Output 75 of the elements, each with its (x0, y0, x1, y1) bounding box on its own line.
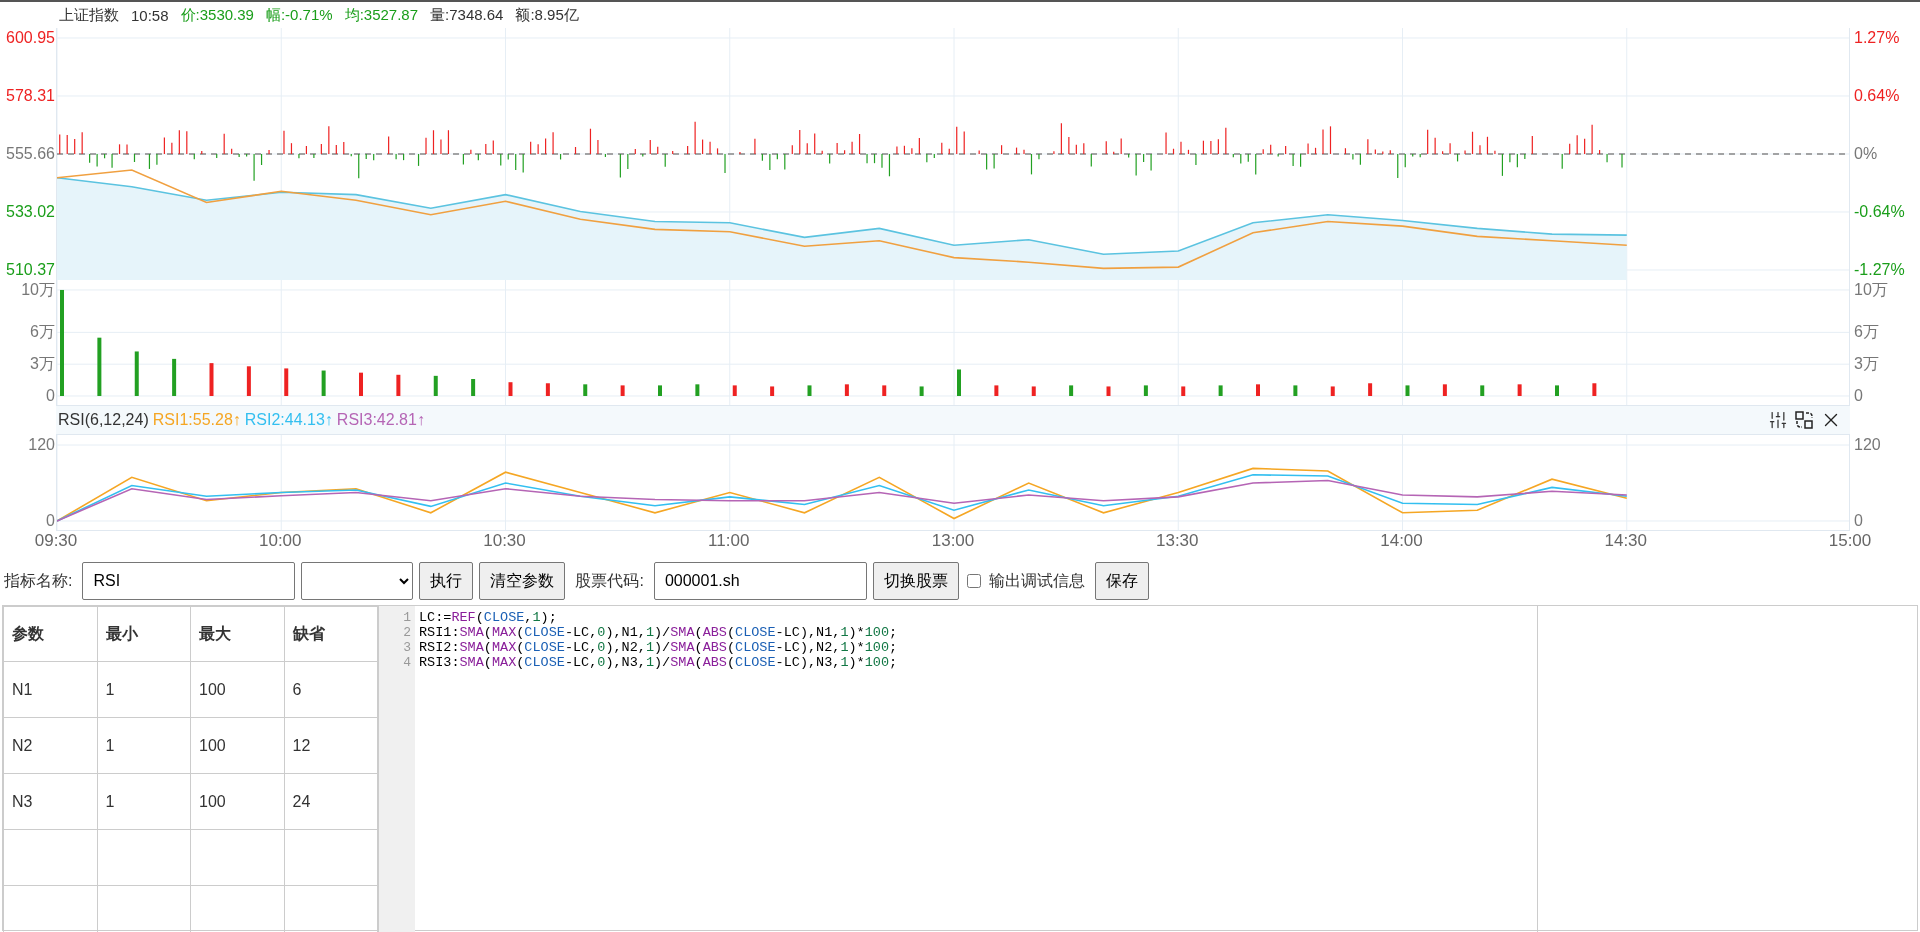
x-tick-label: 09:30 (34, 531, 78, 551)
run-button[interactable]: 执行 (419, 562, 474, 600)
y-tick-label: 0 (46, 387, 55, 405)
table-cell: 100 (190, 661, 284, 718)
x-tick-label: 11:00 (708, 531, 750, 551)
x-tick-label: 13:00 (931, 531, 975, 551)
code-line: LC:=REF(CLOSE,1); (419, 610, 557, 625)
y-tick-label: 3万 (1854, 355, 1879, 374)
y-tick-label: 6万 (30, 323, 55, 342)
indicator-name-input[interactable]: RSI (82, 562, 296, 600)
quote-field: 额:8.95亿 (515, 5, 579, 25)
table-cell: 1 (97, 717, 191, 774)
line-number: 2 (403, 625, 412, 640)
line-number: 3 (403, 640, 412, 655)
table-cell: 6 (284, 661, 378, 718)
y-tick-label: 0 (1854, 512, 1863, 530)
line-number: 4 (403, 655, 412, 670)
x-tick-label: 15:00 (1828, 531, 1872, 551)
y-tick-label: 120 (28, 436, 55, 454)
table-cell: N2 (3, 717, 97, 774)
quote-field: 幅:-0.71% (265, 5, 333, 25)
clear-params-button[interactable]: 清空参数 (479, 562, 566, 600)
field-label: 股票代码: (575, 570, 644, 591)
table-cell: 12 (284, 717, 378, 774)
y-tick-label: 0% (1854, 145, 1878, 163)
code-line: RSI2:SMA(MAX(CLOSE-LC,0),N2,1)/SMA(ABS(CLOSE-LC),N2,1)*100; (419, 640, 898, 655)
y-tick-label: 120 (1854, 436, 1881, 454)
y-tick-label: 0.64% (1854, 86, 1900, 105)
y-tick-label: -0.64% (1854, 202, 1905, 221)
x-tick-label: 13:30 (1156, 531, 1199, 551)
quote-field: 10:58 (131, 6, 169, 24)
y-tick-label: 10万 (1854, 280, 1888, 299)
code-line: RSI1:SMA(MAX(CLOSE-LC,0),N1,1)/SMA(ABS(CLOSE-LC),N1,1)*100; (419, 625, 898, 640)
table-cell: 100 (190, 773, 284, 830)
x-tick-label: 14:30 (1604, 531, 1647, 551)
checkbox-label: 输出调试信息 (988, 570, 1085, 591)
quote-field: 价:3530.39 (180, 5, 254, 25)
switch-stock-button[interactable]: 切换股票 (872, 562, 959, 600)
y-tick-label: 0 (46, 512, 55, 530)
quote-field: 均:3527.87 (344, 5, 419, 25)
column-header: 最大 (190, 606, 284, 662)
table-cell: 1 (97, 773, 191, 830)
table-cell: 24 (284, 773, 378, 830)
y-tick-label: 10万 (21, 280, 55, 299)
table-cell: 1 (97, 661, 191, 718)
y-tick-label: 578.31 (6, 86, 55, 105)
y-tick-label: 510.37 (6, 261, 55, 279)
indicator-reading: RSI2:44.13↑ (244, 411, 333, 429)
save-button[interactable]: 保存 (1094, 562, 1149, 600)
y-tick-label: 555.66 (6, 145, 55, 163)
stock-code-input[interactable]: 000001.sh (653, 562, 867, 600)
y-tick-label: 600.95 (6, 29, 55, 47)
indicator-reading: RSI1:55.28↑ (152, 411, 241, 429)
line-number: 1 (403, 610, 412, 625)
field-label: 指标名称: (4, 570, 73, 591)
quote-field: 量:7348.64 (430, 5, 504, 25)
indicator-reading: RSI3:42.81↑ (336, 411, 425, 429)
indicator-title: RSI(6,12,24) (58, 411, 149, 429)
y-tick-label: 533.02 (6, 202, 55, 221)
column-header: 参数 (3, 606, 97, 662)
quote-field: 上证指数 (59, 5, 119, 25)
table-cell: 100 (190, 717, 284, 774)
column-header: 缺省 (284, 606, 378, 662)
x-tick-label: 14:00 (1380, 531, 1423, 551)
table-cell: N1 (3, 661, 97, 718)
y-tick-label: -1.27% (1854, 261, 1905, 279)
y-tick-label: 3万 (30, 355, 55, 374)
y-tick-label: 1.27% (1854, 29, 1900, 47)
x-tick-label: 10:30 (483, 531, 526, 551)
y-tick-label: 6万 (1854, 323, 1879, 342)
code-line: RSI3:SMA(MAX(CLOSE-LC,0),N3,1)/SMA(ABS(CLOSE-LC),N3,1)*100; (419, 655, 898, 670)
column-header: 最小 (97, 606, 191, 662)
y-tick-label: 0 (1854, 387, 1863, 405)
table-cell: N3 (3, 773, 97, 830)
x-tick-label: 10:00 (259, 531, 302, 551)
